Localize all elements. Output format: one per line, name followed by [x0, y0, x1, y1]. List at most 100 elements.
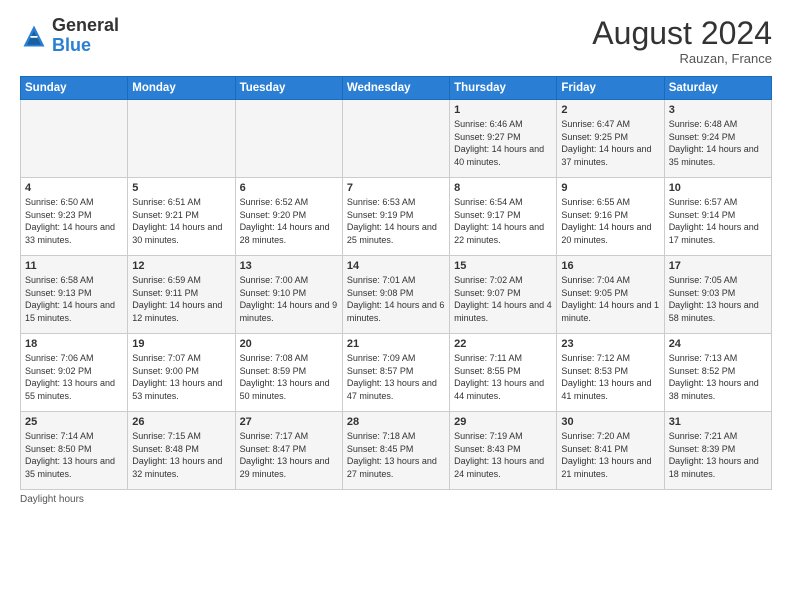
day-cell: 4Sunrise: 6:50 AMSunset: 9:23 PMDaylight…: [21, 178, 128, 256]
page: General Blue August 2024 Rauzan, France …: [0, 0, 792, 612]
header-row: Sunday Monday Tuesday Wednesday Thursday…: [21, 77, 772, 100]
day-info: Sunrise: 7:07 AMSunset: 9:00 PMDaylight:…: [132, 352, 230, 402]
day-cell: 19 Sunrise: 7:07 AMSunset: 9:00 PMDayligh…: [128, 334, 235, 412]
col-tuesday: Tuesday: [235, 77, 342, 100]
day-info: Sunrise: 7:13 AMSunset: 8:52 PMDaylight:…: [669, 352, 767, 402]
day-info: Sunrise: 7:12 AMSunset: 8:53 PMDaylight:…: [561, 352, 659, 402]
logo-general-text: General: [52, 15, 119, 35]
week-row-3: 18 Sunrise: 7:06 AMSunset: 9:02 PMDayligh…: [21, 334, 772, 412]
day-info: Sunrise: 7:18 AMSunset: 8:45 PMDaylight:…: [347, 430, 445, 480]
day-info: Sunrise: 7:02 AMSunset: 9:07 PMDaylight:…: [454, 274, 552, 324]
day-cell: 1Sunrise: 6:46 AMSunset: 9:27 PMDaylight…: [450, 100, 557, 178]
location: Rauzan, France: [592, 51, 772, 66]
day-info: Sunrise: 7:14 AMSunset: 8:50 PMDaylight:…: [25, 430, 123, 480]
day-cell: [21, 100, 128, 178]
day-cell: 31Sunrise: 7:21 AMSunset: 8:39 PMDayligh…: [664, 412, 771, 490]
day-info: Sunrise: 6:55 AMSunset: 9:16 PMDaylight:…: [561, 196, 659, 246]
title-block: August 2024 Rauzan, France: [592, 16, 772, 66]
day-cell: 20Sunrise: 7:08 AMSunset: 8:59 PMDayligh…: [235, 334, 342, 412]
day-number: 17: [669, 260, 767, 272]
day-number: 5: [132, 182, 230, 194]
day-number: 28: [347, 416, 445, 428]
month-title: August 2024: [592, 16, 772, 51]
day-cell: 25 Sunrise: 7:14 AMSunset: 8:50 PMDayligh…: [21, 412, 128, 490]
day-number: 30: [561, 416, 659, 428]
footer: Daylight hours: [20, 494, 772, 505]
logo: General Blue: [20, 16, 119, 56]
day-cell: 16 Sunrise: 7:04 AMSunset: 9:05 PMDayligh…: [557, 256, 664, 334]
day-number: 9: [561, 182, 659, 194]
day-number: 18: [25, 338, 123, 350]
day-cell: 9 Sunrise: 6:55 AMSunset: 9:16 PMDaylight…: [557, 178, 664, 256]
day-number: 11: [25, 260, 123, 272]
day-cell: [235, 100, 342, 178]
day-number: 3: [669, 104, 767, 116]
calendar-table: Sunday Monday Tuesday Wednesday Thursday…: [20, 76, 772, 490]
header: General Blue August 2024 Rauzan, France: [20, 16, 772, 66]
day-info: Sunrise: 7:04 AMSunset: 9:05 PMDaylight:…: [561, 274, 659, 324]
logo-blue-text: Blue: [52, 35, 91, 55]
day-info: Sunrise: 6:57 AMSunset: 9:14 PMDaylight:…: [669, 196, 767, 246]
day-cell: 5 Sunrise: 6:51 AMSunset: 9:21 PMDaylight…: [128, 178, 235, 256]
day-info: Sunrise: 6:51 AMSunset: 9:21 PMDaylight:…: [132, 196, 230, 246]
day-cell: 15 Sunrise: 7:02 AMSunset: 9:07 PMDayligh…: [450, 256, 557, 334]
day-info: Sunrise: 7:00 AMSunset: 9:10 PMDaylight:…: [240, 274, 338, 324]
day-cell: 8 Sunrise: 6:54 AMSunset: 9:17 PMDaylight…: [450, 178, 557, 256]
day-info: Sunrise: 7:06 AMSunset: 9:02 PMDaylight:…: [25, 352, 123, 402]
day-info: Sunrise: 6:59 AMSunset: 9:11 PMDaylight:…: [132, 274, 230, 324]
day-cell: 27 Sunrise: 7:17 AMSunset: 8:47 PMDayligh…: [235, 412, 342, 490]
day-cell: [128, 100, 235, 178]
day-number: 19: [132, 338, 230, 350]
day-info: Sunrise: 7:15 AMSunset: 8:48 PMDaylight:…: [132, 430, 230, 480]
day-cell: 17 Sunrise: 7:05 AMSunset: 9:03 PMDayligh…: [664, 256, 771, 334]
logo-text: General Blue: [52, 16, 119, 56]
day-cell: 24 Sunrise: 7:13 AMSunset: 8:52 PMDayligh…: [664, 334, 771, 412]
day-cell: 30 Sunrise: 7:20 AMSunset: 8:41 PMDayligh…: [557, 412, 664, 490]
day-info: Sunrise: 6:54 AMSunset: 9:17 PMDaylight:…: [454, 196, 552, 246]
day-number: 22: [454, 338, 552, 350]
day-info: Sunrise: 6:50 AMSunset: 9:23 PMDaylight:…: [25, 196, 123, 246]
day-cell: 22 Sunrise: 7:11 AMSunset: 8:55 PMDayligh…: [450, 334, 557, 412]
day-cell: 28 Sunrise: 7:18 AMSunset: 8:45 PMDayligh…: [342, 412, 449, 490]
col-saturday: Saturday: [664, 77, 771, 100]
day-number: 21: [347, 338, 445, 350]
col-monday: Monday: [128, 77, 235, 100]
day-cell: 11Sunrise: 6:58 AMSunset: 9:13 PMDayligh…: [21, 256, 128, 334]
day-cell: 7Sunrise: 6:53 AMSunset: 9:19 PMDaylight…: [342, 178, 449, 256]
day-number: 12: [132, 260, 230, 272]
day-number: 25: [25, 416, 123, 428]
day-number: 15: [454, 260, 552, 272]
day-number: 29: [454, 416, 552, 428]
day-info: Sunrise: 7:09 AMSunset: 8:57 PMDaylight:…: [347, 352, 445, 402]
day-info: Sunrise: 6:47 AMSunset: 9:25 PMDaylight:…: [561, 118, 659, 168]
day-cell: 12 Sunrise: 6:59 AMSunset: 9:11 PMDayligh…: [128, 256, 235, 334]
week-row-1: 4Sunrise: 6:50 AMSunset: 9:23 PMDaylight…: [21, 178, 772, 256]
col-sunday: Sunday: [21, 77, 128, 100]
day-info: Sunrise: 7:01 AMSunset: 9:08 PMDaylight:…: [347, 274, 445, 324]
day-number: 14: [347, 260, 445, 272]
day-number: 31: [669, 416, 767, 428]
col-friday: Friday: [557, 77, 664, 100]
day-cell: 21 Sunrise: 7:09 AMSunset: 8:57 PMDayligh…: [342, 334, 449, 412]
day-cell: [342, 100, 449, 178]
day-info: Sunrise: 7:05 AMSunset: 9:03 PMDaylight:…: [669, 274, 767, 324]
day-number: 1: [454, 104, 552, 116]
day-info: Sunrise: 6:52 AMSunset: 9:20 PMDaylight:…: [240, 196, 338, 246]
day-number: 24: [669, 338, 767, 350]
col-wednesday: Wednesday: [342, 77, 449, 100]
day-number: 2: [561, 104, 659, 116]
day-info: Sunrise: 7:17 AMSunset: 8:47 PMDaylight:…: [240, 430, 338, 480]
day-number: 7: [347, 182, 445, 194]
day-number: 16: [561, 260, 659, 272]
day-number: 23: [561, 338, 659, 350]
day-info: Sunrise: 7:08 AMSunset: 8:59 PMDaylight:…: [240, 352, 338, 402]
day-info: Sunrise: 7:20 AMSunset: 8:41 PMDaylight:…: [561, 430, 659, 480]
day-cell: 13Sunrise: 7:00 AMSunset: 9:10 PMDayligh…: [235, 256, 342, 334]
day-number: 8: [454, 182, 552, 194]
day-number: 27: [240, 416, 338, 428]
day-number: 26: [132, 416, 230, 428]
day-cell: 18 Sunrise: 7:06 AMSunset: 9:02 PMDayligh…: [21, 334, 128, 412]
day-cell: 14 Sunrise: 7:01 AMSunset: 9:08 PMDayligh…: [342, 256, 449, 334]
week-row-0: 1Sunrise: 6:46 AMSunset: 9:27 PMDaylight…: [21, 100, 772, 178]
day-info: Sunrise: 7:11 AMSunset: 8:55 PMDaylight:…: [454, 352, 552, 402]
